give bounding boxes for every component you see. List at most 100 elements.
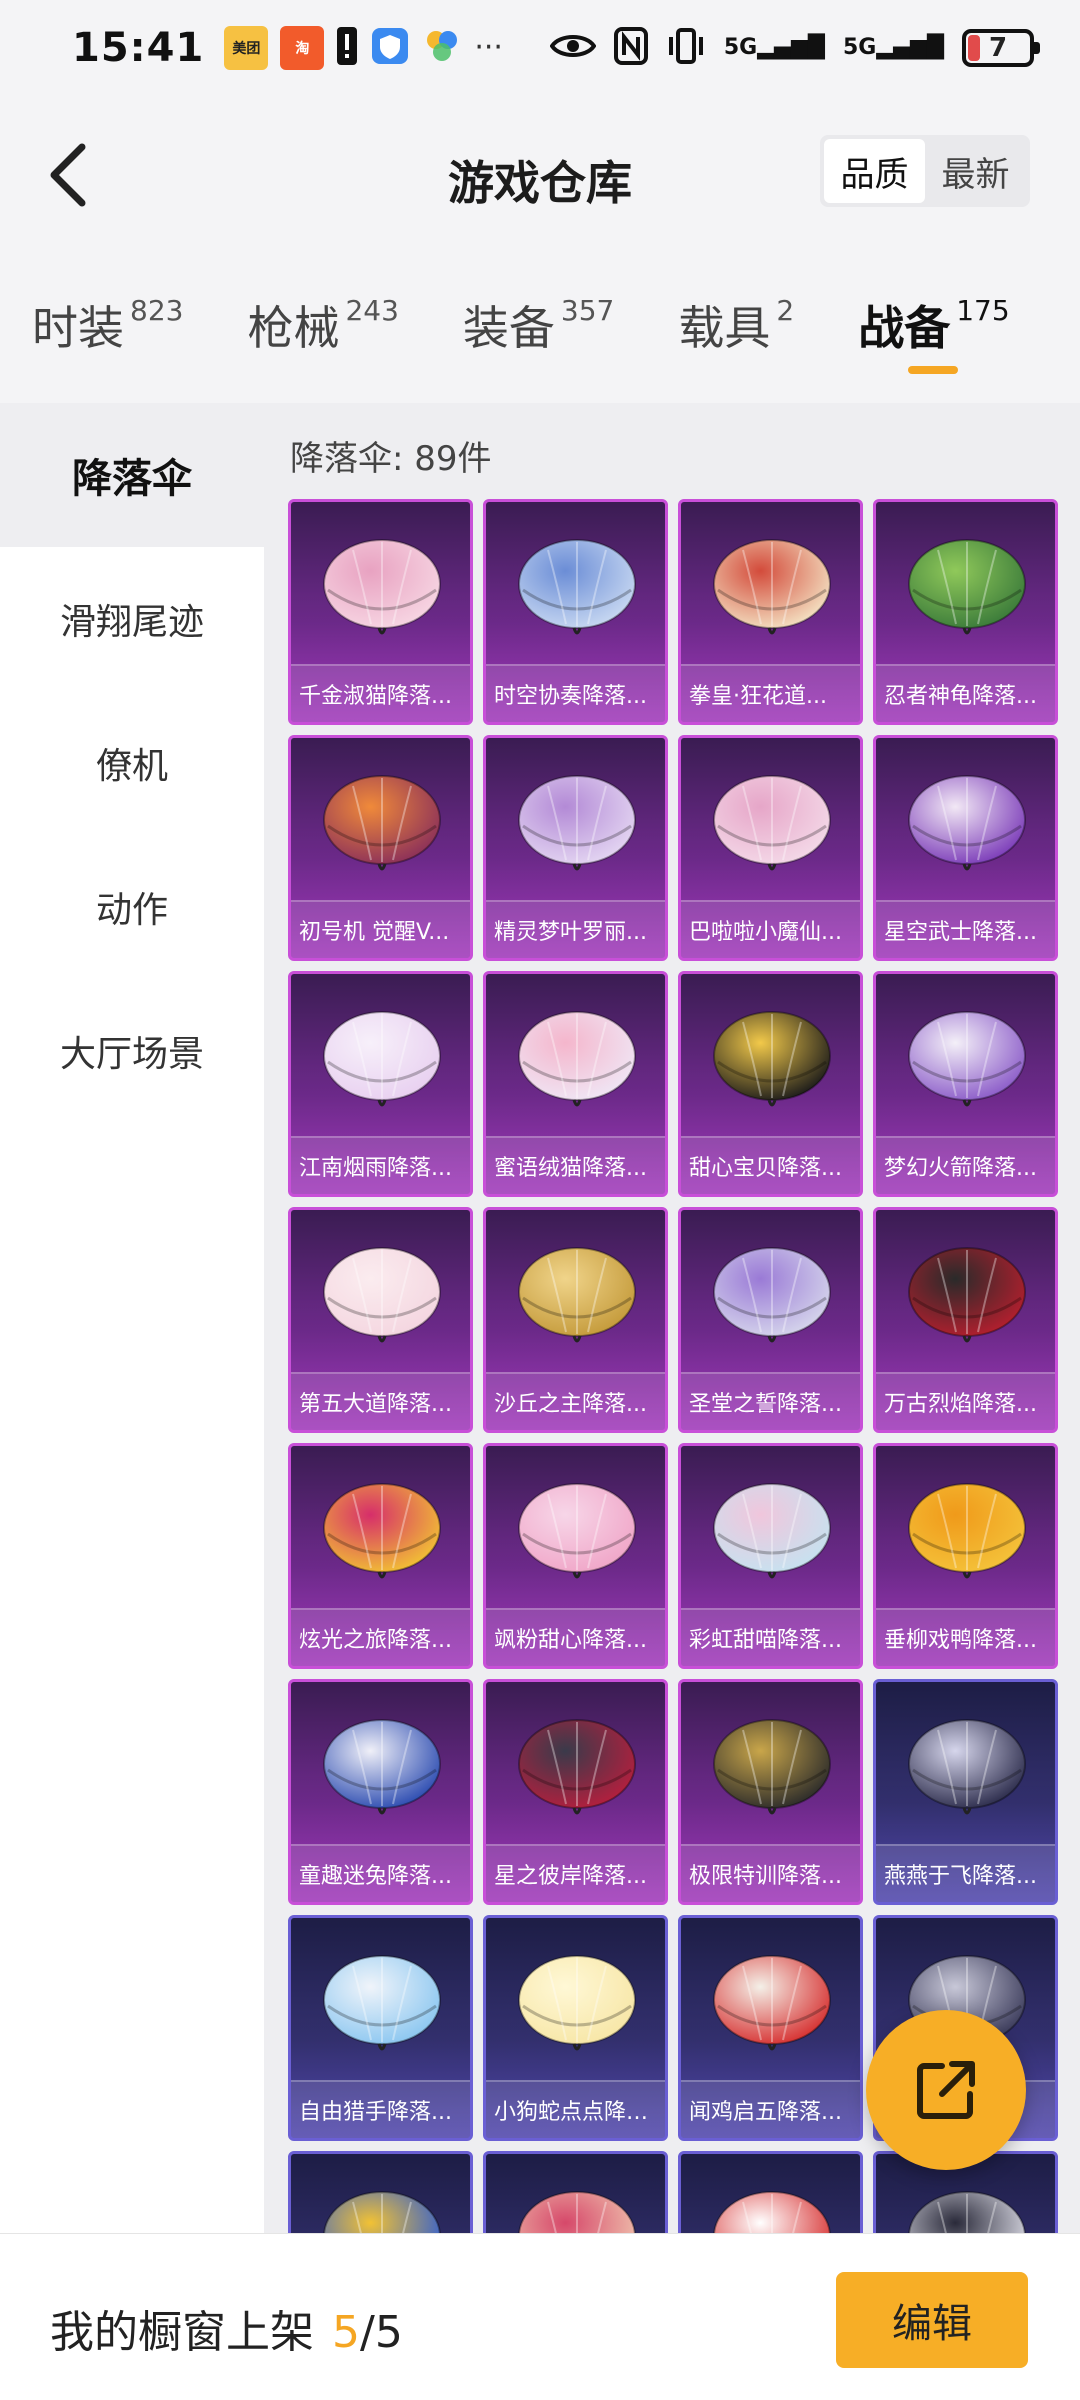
parachute-item-card[interactable]: 垂柳戏鸭降落... — [873, 1443, 1058, 1669]
showcase-count: 5 — [332, 2307, 360, 2358]
showcase-status: 我的橱窗上架 5 /5 — [50, 2296, 403, 2360]
parachute-item-card[interactable]: 燕燕于飞降落... — [873, 1679, 1058, 1905]
parachute-icon — [323, 1719, 441, 1815]
parachute-item-card[interactable]: 巴啦啦小魔仙... — [678, 735, 863, 961]
tab-vehicles[interactable]: 载具 2 — [678, 270, 794, 358]
bottom-bar: 我的橱窗上架 5 /5 编辑 — [0, 2233, 1080, 2400]
item-name-label: 飒粉甜心降落... — [486, 1608, 665, 1666]
item-name-label: 巴啦啦小魔仙... — [681, 900, 860, 958]
active-tab-indicator — [908, 366, 959, 374]
item-name-label: 蜜语绒猫降落... — [486, 1136, 665, 1194]
tab-label: 战备 — [858, 301, 951, 355]
status-bar: 15:41 美团 淘 ··· 5G▂▄▆█ 5G▂▄▆█ 7 — [0, 0, 1080, 95]
vibrate-icon — [666, 27, 706, 69]
item-name-label: 江南烟雨降落... — [291, 1136, 470, 1194]
share-button[interactable] — [866, 2010, 1026, 2170]
parachute-item-card[interactable]: 闻鸡启五降落... — [678, 1915, 863, 2141]
item-name-label: 小狗蛇点点降落... — [486, 2080, 665, 2138]
showcase-label: 我的橱窗上架 — [50, 2307, 314, 2358]
meituan-app-icon: 美团 — [224, 25, 269, 70]
signal-1-icon: 5G▂▄▆█ — [723, 35, 825, 60]
parachute-item-card[interactable]: 沙丘之主降落... — [483, 1207, 668, 1433]
parachute-item-card[interactable]: 拳皇·狂花道... — [678, 499, 863, 725]
eye-icon — [549, 31, 597, 65]
parachute-icon — [713, 1955, 831, 2051]
parachute-icon — [908, 1247, 1026, 1343]
tab-count: 175 — [956, 294, 1010, 327]
tab-label: 时装 — [32, 301, 124, 355]
parachute-item-card[interactable]: 精灵梦叶罗丽... — [483, 735, 668, 961]
showcase-total: /5 — [360, 2307, 403, 2358]
nfc-icon — [613, 26, 648, 69]
parachute-item-card[interactable]: 飒粉甜心降落... — [483, 1443, 668, 1669]
parachute-icon — [713, 1011, 831, 1107]
parachute-icon — [323, 1955, 441, 2051]
tab-label: 枪械 — [247, 301, 340, 355]
parachute-item-card[interactable]: 时空协奏降落... — [483, 499, 668, 725]
parachute-item-card[interactable]: 彩虹甜喵降落... — [678, 1443, 863, 1669]
pinwheel-app-icon — [422, 26, 462, 70]
parachute-item-card[interactable]: 梦幻火箭降落... — [873, 971, 1058, 1197]
item-name-label: 千金淑猫降落... — [291, 664, 470, 722]
parachute-item-card[interactable]: 炫光之旅降落... — [288, 1443, 473, 1669]
parachute-icon — [518, 539, 636, 635]
sidebar-item-parachute[interactable]: 降落伞 — [0, 403, 264, 547]
parachute-item-card[interactable]: 童趣迷兔降落... — [288, 1679, 473, 1905]
item-name-label: 沙丘之主降落... — [486, 1372, 665, 1430]
parachute-item-card[interactable]: 星之彼岸降落... — [483, 1679, 668, 1905]
item-name-label: 梦幻火箭降落... — [876, 1136, 1055, 1194]
item-name-label: 童趣迷兔降落... — [291, 1844, 470, 1902]
item-name-label: 闻鸡启五降落... — [681, 2080, 860, 2138]
sort-toggle: 品质 最新 — [820, 135, 1030, 207]
sidebar-item-glide-trail[interactable]: 滑翔尾迹 — [0, 547, 264, 691]
item-name-label: 彩虹甜喵降落... — [681, 1608, 860, 1666]
parachute-item-card[interactable]: 忍者神龟降落... — [873, 499, 1058, 725]
parachute-item-card[interactable]: 甜心宝贝降落... — [678, 971, 863, 1197]
item-count-label: 降落伞: 89件 — [290, 439, 492, 479]
tab-fashion[interactable]: 时装 823 — [32, 270, 183, 358]
parachute-icon — [908, 1483, 1026, 1579]
parachute-icon — [518, 1011, 636, 1107]
parachute-item-card[interactable]: 圣堂之誓降落... — [678, 1207, 863, 1433]
parachute-icon — [713, 539, 831, 635]
parachute-icon — [908, 1719, 1026, 1815]
edit-button[interactable]: 编辑 — [836, 2272, 1028, 2368]
parachute-item-card[interactable]: 小狗蛇点点降落... — [483, 1915, 668, 2141]
share-icon — [917, 2061, 975, 2119]
item-name-label: 甜心宝贝降落... — [681, 1136, 860, 1194]
item-name-label: 星之彼岸降落... — [486, 1844, 665, 1902]
tab-count: 357 — [560, 294, 615, 327]
tab-label: 装备 — [462, 301, 555, 355]
parachute-icon — [518, 1247, 636, 1343]
item-name-label: 星空武士降落... — [876, 900, 1055, 958]
parachute-icon — [518, 1719, 636, 1815]
parachute-item-card[interactable]: 蜜语绒猫降落... — [483, 971, 668, 1197]
status-time: 15:41 — [72, 24, 205, 71]
tab-label: 载具 — [678, 301, 771, 355]
sidebar-item-emote[interactable]: 动作 — [0, 835, 264, 979]
item-name-label: 万古烈焰降落... — [876, 1372, 1055, 1430]
parachute-icon — [518, 1483, 636, 1579]
parachute-item-card[interactable]: 星空武士降落... — [873, 735, 1058, 961]
parachute-item-card[interactable]: 极限特训降落... — [678, 1679, 863, 1905]
parachute-item-card[interactable]: 初号机 觉醒V... — [288, 735, 473, 961]
tab-weapons[interactable]: 枪械 243 — [247, 270, 398, 358]
tab-battle-gear[interactable]: 战备 175 — [858, 270, 1010, 374]
sort-by-quality-button[interactable]: 品质 — [824, 139, 925, 203]
item-name-label: 时空协奏降落... — [486, 664, 665, 722]
parachute-item-card[interactable]: 第五大道降落... — [288, 1207, 473, 1433]
parachute-item-card[interactable]: 万古烈焰降落... — [873, 1207, 1058, 1433]
sort-by-newest-button[interactable]: 最新 — [925, 139, 1026, 203]
item-name-label: 精灵梦叶罗丽... — [486, 900, 665, 958]
item-name-label: 忍者神龟降落... — [876, 664, 1055, 722]
parachute-item-card[interactable]: 江南烟雨降落... — [288, 971, 473, 1197]
battery-icon: 7 — [962, 28, 1040, 67]
sidebar-item-lobby-scene[interactable]: 大厅场景 — [0, 979, 264, 1123]
parachute-item-card[interactable]: 自由猎手降落... — [288, 1915, 473, 2141]
item-name-label: 炫光之旅降落... — [291, 1608, 470, 1666]
parachute-item-card[interactable]: 千金淑猫降落... — [288, 499, 473, 725]
taobao-app-icon: 淘 — [280, 25, 325, 70]
tab-equipment[interactable]: 装备 357 — [463, 270, 614, 358]
alert-icon — [336, 26, 358, 70]
sidebar-item-wingman[interactable]: 僚机 — [0, 691, 264, 835]
